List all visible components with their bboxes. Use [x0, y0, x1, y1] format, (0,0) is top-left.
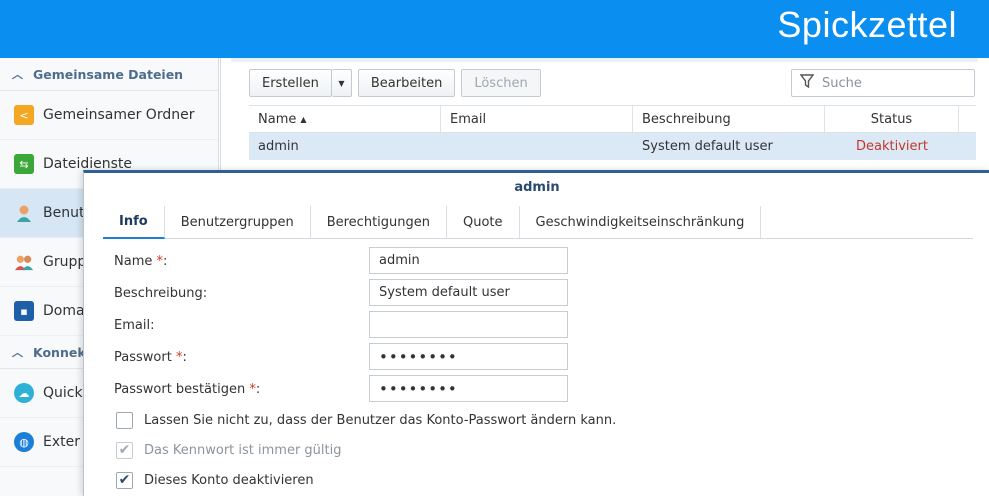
- email-label: Email:: [114, 317, 155, 333]
- tab-user-groups[interactable]: Benutzergruppen: [165, 206, 311, 238]
- banner-title: Spickzettel: [777, 4, 957, 45]
- shared-folder-icon: <: [14, 105, 34, 125]
- top-banner: Spickzettel: [0, 0, 989, 58]
- sidebar-item-label: Doma: [43, 303, 85, 319]
- column-header-email[interactable]: Email: [441, 106, 633, 132]
- cell-email: [441, 133, 633, 160]
- table-header: Name ▲ Email Beschreibung Status: [249, 105, 976, 133]
- tab-quota[interactable]: Quote: [447, 206, 520, 238]
- name-field[interactable]: admin: [369, 247, 568, 274]
- password-label: Passwort *:: [114, 349, 187, 365]
- delete-button[interactable]: Löschen: [461, 69, 541, 97]
- create-split-button: Erstellen ▼: [249, 69, 352, 97]
- email-field[interactable]: [369, 311, 568, 338]
- checkbox-label: Dieses Konto deaktivieren: [144, 472, 314, 488]
- tab-info[interactable]: Info: [103, 206, 165, 239]
- toolbar: Erstellen ▼ Bearbeiten Löschen: [249, 69, 547, 97]
- file-services-icon: ⇆: [14, 154, 34, 174]
- sidebar-section-shared-files[interactable]: ︿ Gemeinsame Dateien: [0, 58, 218, 91]
- checkbox-prevent-password-change[interactable]: Lassen Sie nicht zu, dass der Benutzer d…: [116, 410, 616, 430]
- description-field[interactable]: System default user: [369, 279, 568, 306]
- password-confirm-field[interactable]: ••••••••: [369, 375, 568, 402]
- sidebar-item-label: Benut: [43, 205, 85, 221]
- search-placeholder: Suche: [822, 75, 862, 91]
- main-panel: Erstellen ▼ Bearbeiten Löschen Suche Nam…: [220, 58, 989, 170]
- group-icon: [14, 252, 34, 272]
- description-label: Beschreibung:: [114, 285, 208, 301]
- checkbox-checked[interactable]: ✔: [116, 441, 133, 459]
- cell-description: System default user: [642, 139, 773, 154]
- dialog-title: admin: [514, 180, 560, 195]
- checkbox-checked[interactable]: ✔: [116, 471, 133, 489]
- user-icon: [14, 203, 34, 223]
- password-field[interactable]: ••••••••: [369, 343, 568, 370]
- password-confirm-label: Passwort bestätigen *:: [114, 381, 261, 397]
- sidebar-item-label: Quick: [43, 385, 83, 401]
- panel-header-strip: [231, 58, 978, 62]
- column-header-spacer: [959, 106, 976, 132]
- edit-user-dialog: admin Info Benutzergruppen Berechtigunge…: [83, 170, 989, 496]
- user-table: Name ▲ Email Beschreibung Status admin S…: [249, 105, 976, 160]
- sidebar-section-label: Gemeinsame Dateien: [33, 66, 184, 82]
- sidebar-item-label: Grupp: [43, 254, 87, 270]
- search-input[interactable]: Suche: [791, 69, 975, 97]
- column-header-label: Name: [258, 111, 297, 127]
- edit-button[interactable]: Bearbeiten: [357, 69, 456, 97]
- sidebar-section-label: Konnek: [33, 344, 86, 360]
- domain-icon: ▪: [14, 301, 34, 321]
- cell-name: admin: [258, 139, 299, 154]
- sidebar-item-label: Exter: [43, 434, 80, 450]
- table-row[interactable]: admin System default user Deaktiviert: [249, 133, 976, 160]
- checkbox-disable-account[interactable]: ✔ Dieses Konto deaktivieren: [116, 470, 314, 490]
- dialog-tabs: Info Benutzergruppen Berechtigungen Quot…: [103, 206, 973, 239]
- checkbox-password-never-expires[interactable]: ✔ Das Kennwort ist immer gültig: [116, 440, 342, 460]
- column-header-status[interactable]: Status: [825, 106, 959, 132]
- create-dropdown-button[interactable]: ▼: [331, 69, 352, 97]
- chevron-up-icon: ︿: [12, 68, 23, 81]
- filter-icon[interactable]: [799, 74, 815, 92]
- quickconnect-icon: ☁: [14, 383, 34, 403]
- chevron-up-icon: ︿: [12, 346, 23, 359]
- checkbox[interactable]: [116, 411, 133, 429]
- external-access-icon: ◍: [14, 432, 34, 452]
- sort-ascending-icon: ▲: [300, 114, 307, 124]
- create-button[interactable]: Erstellen: [249, 69, 332, 97]
- sidebar-item-label: Gemeinsamer Ordner: [43, 107, 195, 123]
- checkbox-label: Lassen Sie nicht zu, dass der Benutzer d…: [144, 412, 617, 428]
- column-header-name[interactable]: Name ▲: [249, 106, 441, 132]
- column-header-description[interactable]: Beschreibung: [633, 106, 825, 132]
- checkbox-label: Das Kennwort ist immer gültig: [144, 442, 342, 458]
- tab-permissions[interactable]: Berechtigungen: [311, 206, 447, 238]
- tab-speed-limit[interactable]: Geschwindigkeitseinschränkung: [520, 206, 762, 238]
- sidebar-item-shared-folder[interactable]: < Gemeinsamer Ordner: [0, 91, 218, 140]
- chevron-down-icon: ▼: [338, 78, 345, 88]
- name-label: Name *:: [114, 253, 168, 269]
- cell-status: Deaktiviert: [856, 139, 928, 154]
